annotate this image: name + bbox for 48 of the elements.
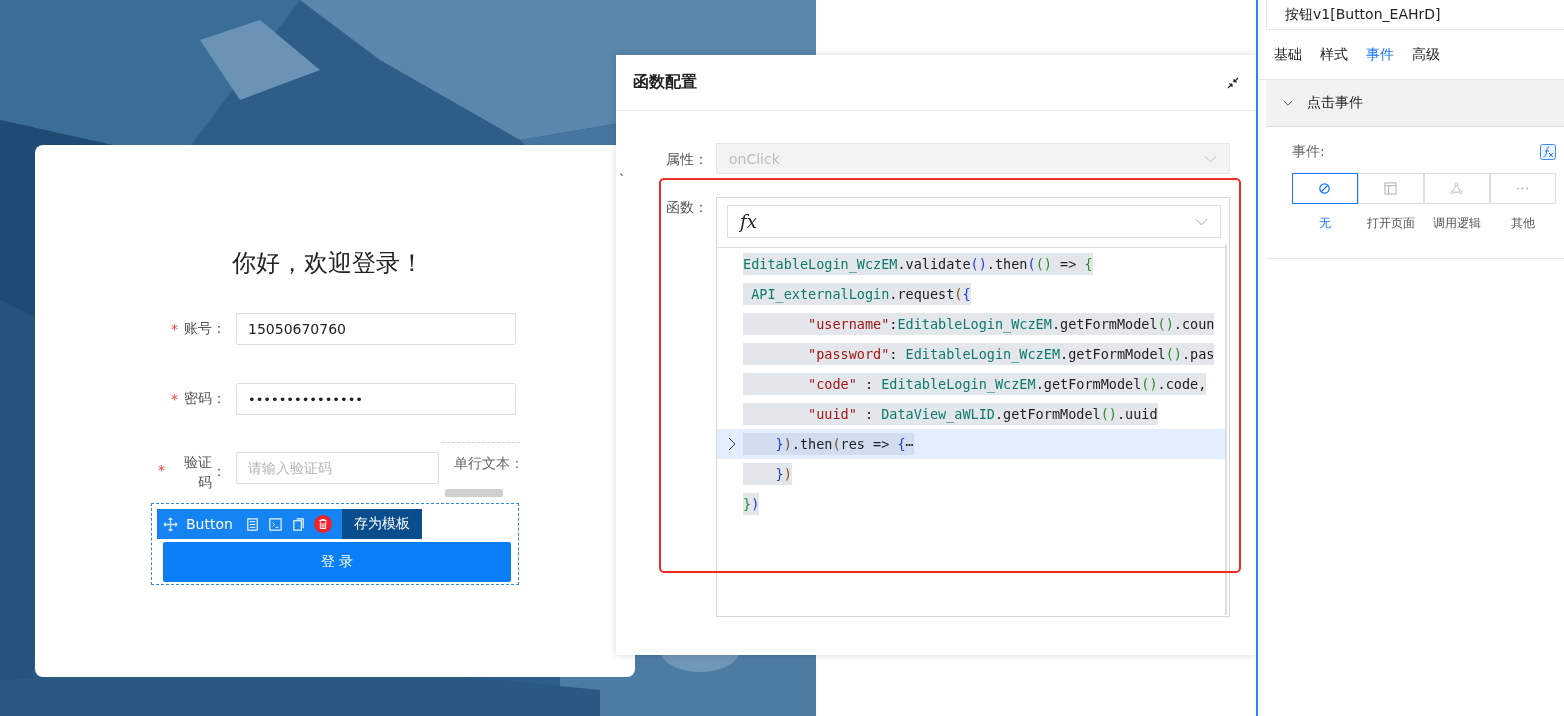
layout-icon <box>1384 182 1397 195</box>
field-label: 账号： <box>184 320 226 338</box>
required-mark: * <box>158 462 165 478</box>
collapse-icon[interactable] <box>1227 76 1239 89</box>
chevron-down-icon <box>1195 217 1208 226</box>
field-label: 密码： <box>184 390 226 408</box>
tab[interactable]: 基础 <box>1266 45 1310 64</box>
scrollbar[interactable] <box>1225 245 1227 615</box>
panel-title: 按钮v1[Button_EAHrD] <box>1266 0 1564 30</box>
field-label: 单行文本： <box>453 455 520 473</box>
chevron-right-icon[interactable] <box>728 437 736 451</box>
field-label: 验证码 <box>183 453 212 492</box>
tab[interactable]: 事件 <box>1358 45 1402 64</box>
chevron-down-icon <box>1204 154 1217 163</box>
option-label: 调用逻辑 <box>1433 215 1481 232</box>
delete-icon[interactable] <box>313 515 332 533</box>
save-template-button[interactable]: 存为模板 <box>342 509 422 539</box>
field-label: 事件: <box>1292 143 1325 161</box>
field-colon: ： <box>212 463 226 481</box>
nodes-icon <box>1450 182 1463 195</box>
login-title: 你好，欢迎登录！ <box>230 248 425 279</box>
dialog-title: 函数配置 <box>633 72 697 93</box>
option-label: 其他 <box>1511 215 1535 232</box>
tab[interactable]: 高级 <box>1404 45 1448 64</box>
move-icon[interactable] <box>163 516 178 532</box>
option-label: 无 <box>1319 215 1331 232</box>
required-mark: * <box>171 391 178 407</box>
option-label: 打开页面 <box>1367 215 1415 232</box>
terminal-icon[interactable] <box>267 516 283 532</box>
placeholder-bar <box>445 489 503 497</box>
copy-icon[interactable] <box>290 516 306 532</box>
tab[interactable]: 样式 <box>1312 45 1356 64</box>
required-mark: * <box>171 321 178 337</box>
field-label: 属性： <box>665 150 709 169</box>
function-icon[interactable] <box>1540 144 1556 160</box>
component-name: Button <box>186 516 233 532</box>
input-field[interactable]: 请输入验证码 <box>236 452 439 484</box>
prohibited-icon <box>1318 182 1331 195</box>
document-icon[interactable] <box>244 516 260 532</box>
stray-mark: ` <box>619 173 625 187</box>
login-button[interactable]: 登 录 <box>163 542 511 582</box>
field-label: 函数： <box>665 199 709 217</box>
event-option[interactable] <box>1291 173 1358 204</box>
code-editor[interactable] <box>716 197 1230 617</box>
input-field[interactable]: ••••••••••••••• <box>236 383 516 415</box>
input-field[interactable]: 15050670760 <box>236 313 516 345</box>
function-select[interactable]: fx <box>727 205 1221 238</box>
section-header[interactable]: 点击事件 <box>1266 80 1564 127</box>
